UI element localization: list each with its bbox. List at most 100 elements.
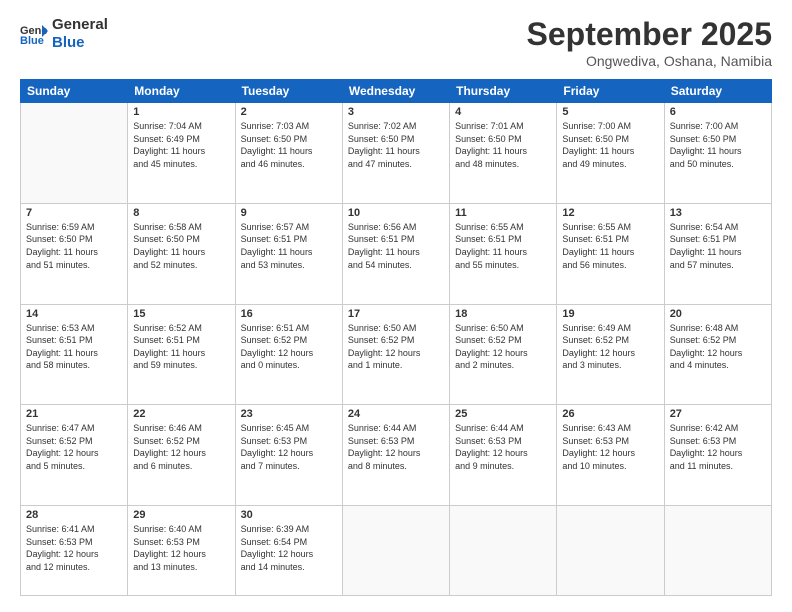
cell-info: Sunrise: 6:47 AMSunset: 6:52 PMDaylight:…	[26, 422, 122, 472]
cell-info: Sunrise: 6:42 AMSunset: 6:53 PMDaylight:…	[670, 422, 766, 472]
weekday-header: Tuesday	[235, 80, 342, 103]
calendar-cell: 12 Sunrise: 6:55 AMSunset: 6:51 PMDayligh…	[557, 203, 664, 304]
cell-info: Sunrise: 7:02 AMSunset: 6:50 PMDaylight:…	[348, 120, 444, 170]
cell-info: Sunrise: 6:44 AMSunset: 6:53 PMDaylight:…	[348, 422, 444, 472]
cell-info: Sunrise: 6:41 AMSunset: 6:53 PMDaylight:…	[26, 523, 122, 573]
calendar-cell: 26 Sunrise: 6:43 AMSunset: 6:53 PMDayligh…	[557, 405, 664, 506]
logo-text: General Blue	[52, 16, 108, 52]
calendar-cell	[342, 506, 449, 596]
calendar-cell: 23 Sunrise: 6:45 AMSunset: 6:53 PMDayligh…	[235, 405, 342, 506]
day-number: 23	[241, 408, 337, 420]
calendar-cell: 18 Sunrise: 6:50 AMSunset: 6:52 PMDayligh…	[450, 304, 557, 405]
day-number: 18	[455, 308, 551, 320]
cell-info: Sunrise: 6:56 AMSunset: 6:51 PMDaylight:…	[348, 221, 444, 271]
day-number: 14	[26, 308, 122, 320]
calendar-cell: 4Sunrise: 7:01 AMSunset: 6:50 PMDaylight…	[450, 103, 557, 204]
logo-line2: Blue	[52, 34, 108, 52]
cell-info: Sunrise: 6:39 AMSunset: 6:54 PMDaylight:…	[241, 523, 337, 573]
weekday-header: Saturday	[664, 80, 771, 103]
calendar-cell: 15 Sunrise: 6:52 AMSunset: 6:51 PMDayligh…	[128, 304, 235, 405]
day-number: 12	[562, 207, 658, 219]
day-number: 29	[133, 509, 229, 521]
calendar-cell: 19 Sunrise: 6:49 AMSunset: 6:52 PMDayligh…	[557, 304, 664, 405]
cell-info: Sunrise: 6:43 AMSunset: 6:53 PMDaylight:…	[562, 422, 658, 472]
calendar-week-row: 21 Sunrise: 6:47 AMSunset: 6:52 PMDayligh…	[21, 405, 772, 506]
cell-info: Sunrise: 6:52 AMSunset: 6:51 PMDaylight:…	[133, 322, 229, 372]
svg-text:Blue: Blue	[20, 35, 44, 45]
cell-info: Sunrise: 6:49 AMSunset: 6:52 PMDaylight:…	[562, 322, 658, 372]
day-number: 27	[670, 408, 766, 420]
cell-info: Sunrise: 6:44 AMSunset: 6:53 PMDaylight:…	[455, 422, 551, 472]
calendar-cell: 11 Sunrise: 6:55 AMSunset: 6:51 PMDayligh…	[450, 203, 557, 304]
cell-info: Sunrise: 6:58 AMSunset: 6:50 PMDaylight:…	[133, 221, 229, 271]
calendar-table: SundayMondayTuesdayWednesdayThursdayFrid…	[20, 79, 772, 596]
day-number: 11	[455, 207, 551, 219]
day-number: 7	[26, 207, 122, 219]
day-number: 25	[455, 408, 551, 420]
day-number: 24	[348, 408, 444, 420]
calendar-week-row: 28 Sunrise: 6:41 AMSunset: 6:53 PMDayligh…	[21, 506, 772, 596]
cell-info: Sunrise: 6:50 AMSunset: 6:52 PMDaylight:…	[455, 322, 551, 372]
day-number: 9	[241, 207, 337, 219]
weekday-header: Sunday	[21, 80, 128, 103]
calendar-week-row: 7 Sunrise: 6:59 AMSunset: 6:50 PMDaylight…	[21, 203, 772, 304]
calendar-cell: 24 Sunrise: 6:44 AMSunset: 6:53 PMDayligh…	[342, 405, 449, 506]
day-number: 15	[133, 308, 229, 320]
calendar-cell: 17 Sunrise: 6:50 AMSunset: 6:52 PMDayligh…	[342, 304, 449, 405]
calendar-cell: 3 Sunrise: 7:02 AMSunset: 6:50 PMDaylight…	[342, 103, 449, 204]
weekday-header: Wednesday	[342, 80, 449, 103]
calendar-cell: 2 Sunrise: 7:03 AMSunset: 6:50 PMDaylight…	[235, 103, 342, 204]
calendar-cell: 9Sunrise: 6:57 AMSunset: 6:51 PMDaylight…	[235, 203, 342, 304]
logo: General Blue General Blue	[20, 16, 108, 52]
calendar-cell: 6 Sunrise: 7:00 AMSunset: 6:50 PMDaylight…	[664, 103, 771, 204]
calendar-cell: 13Sunrise: 6:54 AMSunset: 6:51 PMDayligh…	[664, 203, 771, 304]
day-number: 13	[670, 207, 766, 219]
day-number: 5	[562, 106, 658, 118]
calendar-cell: 21 Sunrise: 6:47 AMSunset: 6:52 PMDayligh…	[21, 405, 128, 506]
calendar-cell: 20Sunrise: 6:48 AMSunset: 6:52 PMDayligh…	[664, 304, 771, 405]
day-number: 21	[26, 408, 122, 420]
calendar-week-row: 1Sunrise: 7:04 AMSunset: 6:49 PMDaylight…	[21, 103, 772, 204]
weekday-header: Friday	[557, 80, 664, 103]
cell-info: Sunrise: 6:59 AMSunset: 6:50 PMDaylight:…	[26, 221, 122, 271]
header: General Blue General Blue September 2025…	[20, 16, 772, 69]
cell-info: Sunrise: 7:00 AMSunset: 6:50 PMDaylight:…	[670, 120, 766, 170]
calendar-cell	[450, 506, 557, 596]
cell-info: Sunrise: 6:50 AMSunset: 6:52 PMDaylight:…	[348, 322, 444, 372]
calendar-cell: 8Sunrise: 6:58 AMSunset: 6:50 PMDaylight…	[128, 203, 235, 304]
page: General Blue General Blue September 2025…	[0, 0, 792, 612]
calendar-cell	[664, 506, 771, 596]
weekday-header: Thursday	[450, 80, 557, 103]
month-title: September 2025	[527, 16, 772, 53]
day-number: 16	[241, 308, 337, 320]
location: Ongwediva, Oshana, Namibia	[527, 53, 772, 69]
cell-info: Sunrise: 6:48 AMSunset: 6:52 PMDaylight:…	[670, 322, 766, 372]
weekday-header: Monday	[128, 80, 235, 103]
day-number: 28	[26, 509, 122, 521]
calendar-cell: 25 Sunrise: 6:44 AMSunset: 6:53 PMDayligh…	[450, 405, 557, 506]
day-number: 4	[455, 106, 551, 118]
cell-info: Sunrise: 7:03 AMSunset: 6:50 PMDaylight:…	[241, 120, 337, 170]
day-number: 6	[670, 106, 766, 118]
calendar-cell	[21, 103, 128, 204]
calendar-cell: 27 Sunrise: 6:42 AMSunset: 6:53 PMDayligh…	[664, 405, 771, 506]
cell-info: Sunrise: 6:40 AMSunset: 6:53 PMDaylight:…	[133, 523, 229, 573]
cell-info: Sunrise: 7:00 AMSunset: 6:50 PMDaylight:…	[562, 120, 658, 170]
day-number: 3	[348, 106, 444, 118]
day-number: 17	[348, 308, 444, 320]
cell-info: Sunrise: 6:45 AMSunset: 6:53 PMDaylight:…	[241, 422, 337, 472]
day-number: 19	[562, 308, 658, 320]
day-number: 22	[133, 408, 229, 420]
day-number: 26	[562, 408, 658, 420]
cell-info: Sunrise: 6:51 AMSunset: 6:52 PMDaylight:…	[241, 322, 337, 372]
cell-info: Sunrise: 6:55 AMSunset: 6:51 PMDaylight:…	[455, 221, 551, 271]
calendar-cell: 16 Sunrise: 6:51 AMSunset: 6:52 PMDayligh…	[235, 304, 342, 405]
calendar-cell: 10Sunrise: 6:56 AMSunset: 6:51 PMDayligh…	[342, 203, 449, 304]
day-number: 2	[241, 106, 337, 118]
cell-info: Sunrise: 6:46 AMSunset: 6:52 PMDaylight:…	[133, 422, 229, 472]
cell-info: Sunrise: 6:55 AMSunset: 6:51 PMDaylight:…	[562, 221, 658, 271]
calendar-cell: 22 Sunrise: 6:46 AMSunset: 6:52 PMDayligh…	[128, 405, 235, 506]
logo-icon: General Blue	[20, 23, 48, 45]
calendar-cell: 7 Sunrise: 6:59 AMSunset: 6:50 PMDaylight…	[21, 203, 128, 304]
day-number: 30	[241, 509, 337, 521]
